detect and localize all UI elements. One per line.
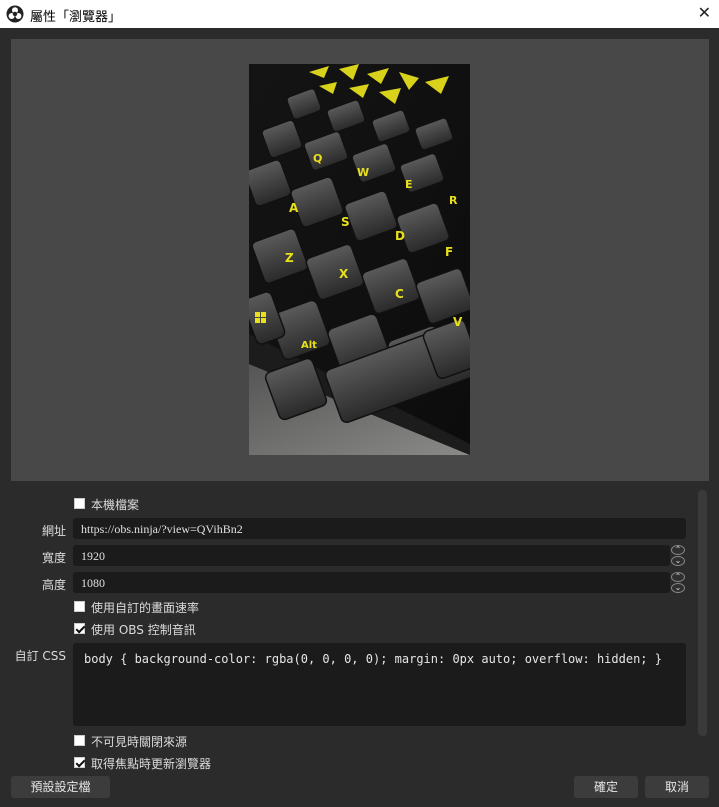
svg-text:Z: Z xyxy=(285,251,294,265)
svg-text:W: W xyxy=(357,166,369,179)
height-up-icon[interactable]: ⌃ xyxy=(671,572,685,582)
svg-text:A: A xyxy=(289,201,299,215)
custom-fps-checkbox[interactable] xyxy=(74,601,85,612)
browser-preview: Q W E R A S D F Z X C V Alt xyxy=(11,39,709,481)
custom-css-label: 自訂 CSS xyxy=(14,649,66,663)
local-file-checkbox[interactable] xyxy=(74,498,85,509)
local-file-label: 本機檔案 xyxy=(91,498,140,512)
obs-audio-label: 使用 OBS 控制音訊 xyxy=(91,623,196,637)
svg-text:C: C xyxy=(395,287,404,301)
refresh-active-checkbox[interactable] xyxy=(74,757,85,768)
defaults-button[interactable]: 預設設定檔 xyxy=(11,776,110,798)
svg-text:F: F xyxy=(445,245,453,259)
url-input[interactable]: https://obs.ninja/?view=QVihBn2 xyxy=(73,518,686,539)
preview-keyboard-image: Q W E R A S D F Z X C V Alt xyxy=(249,64,470,455)
form-scrollbar[interactable] xyxy=(698,490,707,736)
svg-text:V: V xyxy=(453,315,463,329)
cancel-button[interactable]: 取消 xyxy=(645,776,709,798)
svg-text:D: D xyxy=(395,229,405,243)
custom-fps-label: 使用自訂的畫面速率 xyxy=(91,601,200,615)
height-label: 高度 xyxy=(41,578,66,592)
custom-css-textarea[interactable]: body { background-color: rgba(0, 0, 0, 0… xyxy=(73,643,686,726)
height-down-icon[interactable]: ⌄ xyxy=(671,583,685,593)
url-label: 網址 xyxy=(41,524,66,538)
shutdown-hidden-checkbox[interactable] xyxy=(74,735,85,746)
shutdown-hidden-label: 不可見時關閉來源 xyxy=(91,735,188,749)
svg-text:X: X xyxy=(339,267,349,281)
svg-text:S: S xyxy=(341,215,350,229)
width-label: 寬度 xyxy=(41,551,66,565)
refresh-active-label: 取得焦點時更新瀏覽器 xyxy=(91,757,212,771)
ok-button[interactable]: 確定 xyxy=(574,776,638,798)
width-spinner[interactable]: ⌃ ⌄ xyxy=(671,545,685,566)
title-bar: 屬性「瀏覽器」 ✕ xyxy=(0,0,719,28)
height-spinner[interactable]: ⌃ ⌄ xyxy=(671,572,685,593)
svg-text:Alt: Alt xyxy=(301,340,317,351)
svg-text:R: R xyxy=(449,194,458,207)
height-input[interactable]: 1080 xyxy=(73,572,670,593)
obs-audio-checkbox[interactable] xyxy=(74,623,85,634)
width-down-icon[interactable]: ⌄ xyxy=(671,556,685,566)
close-icon[interactable]: ✕ xyxy=(698,3,711,22)
width-input[interactable]: 1920 xyxy=(73,545,670,566)
window-title: 屬性「瀏覽器」 xyxy=(30,10,122,25)
obs-logo-icon xyxy=(6,5,24,23)
svg-text:E: E xyxy=(405,178,413,191)
width-up-icon[interactable]: ⌃ xyxy=(671,545,685,555)
svg-text:Q: Q xyxy=(313,152,322,165)
